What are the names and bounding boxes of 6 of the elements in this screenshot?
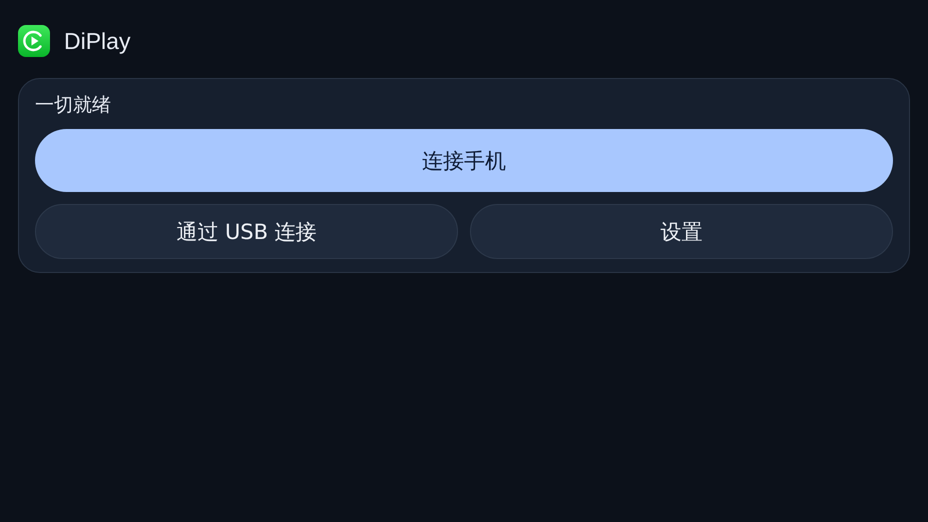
action-button[interactable]: 设置 — [470, 204, 893, 259]
app-logo-icon — [18, 25, 50, 57]
connect-phone-button[interactable]: 连接手机 — [35, 129, 893, 192]
action-button[interactable]: 通过 USB 连接 — [35, 204, 458, 259]
app-title: DiPlay — [64, 28, 130, 54]
status-text: 一切就绪 — [35, 93, 111, 117]
